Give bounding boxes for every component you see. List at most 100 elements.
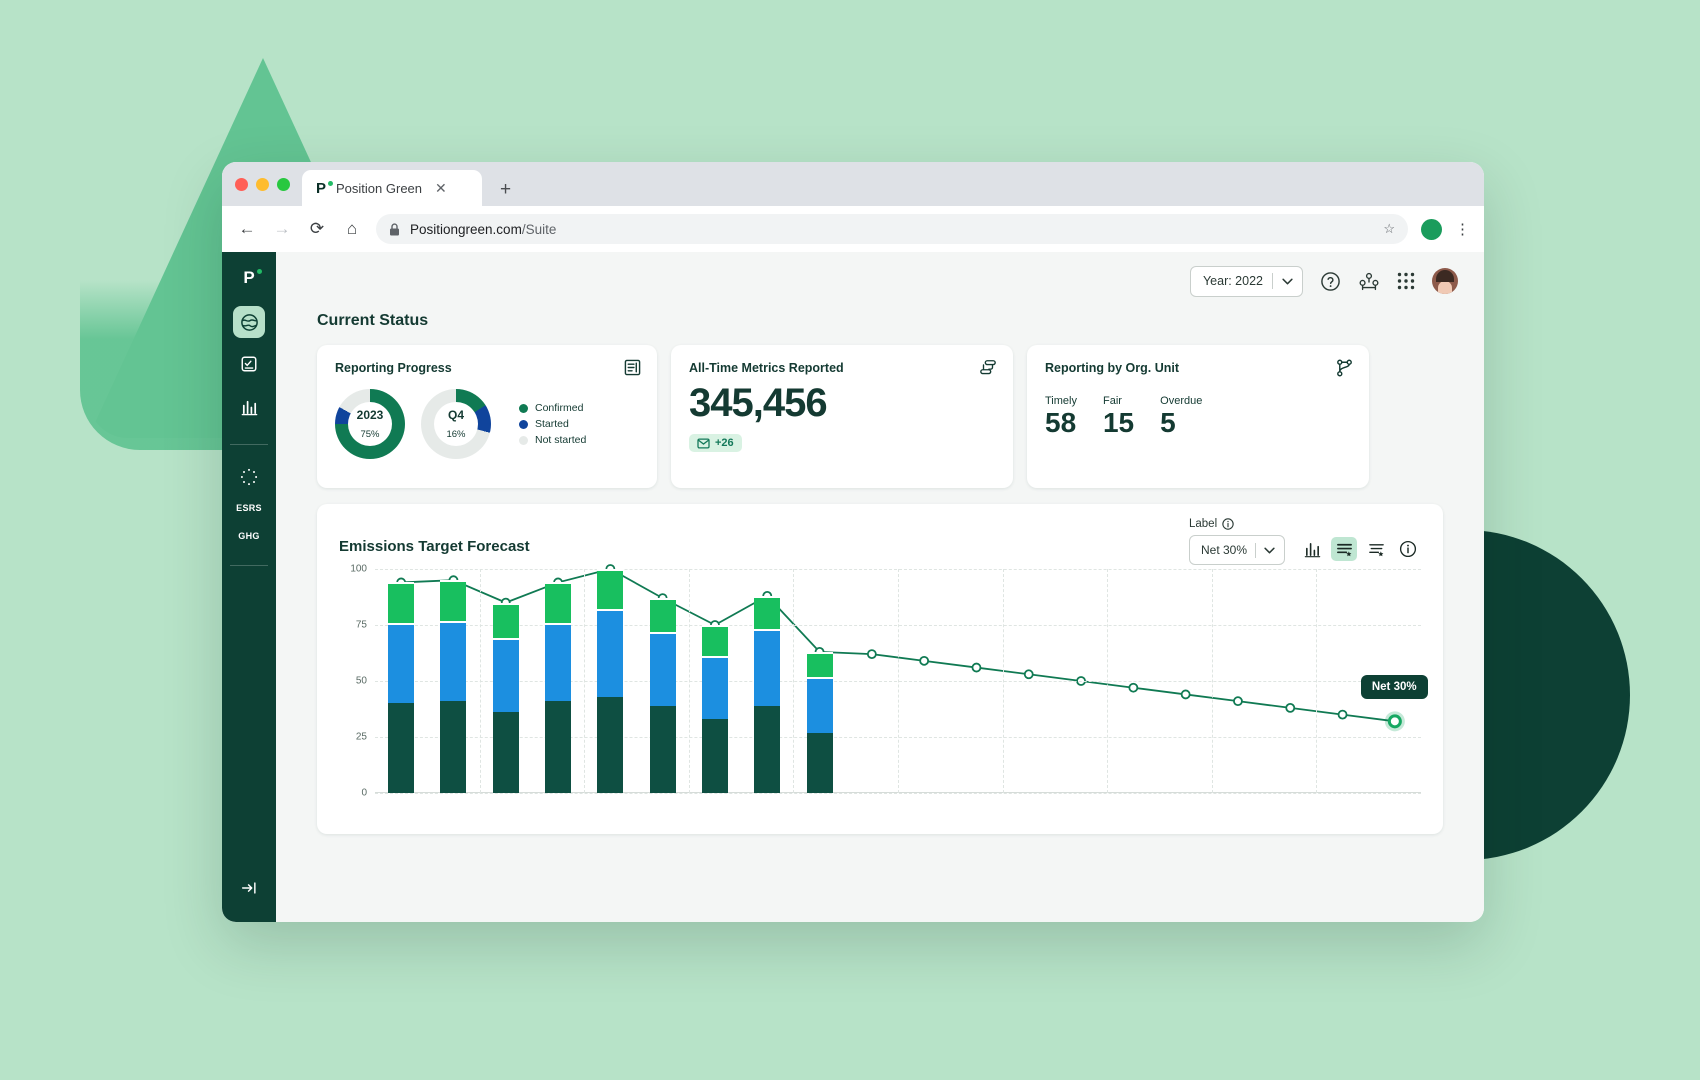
maximize-window-button[interactable] (277, 178, 290, 191)
position-green-favicon: P (316, 180, 326, 197)
line-data-point[interactable] (1182, 690, 1190, 698)
forward-icon[interactable]: → (271, 218, 293, 240)
sidebar-item-analytics[interactable] (233, 390, 265, 422)
line-data-point[interactable] (1389, 716, 1400, 727)
org-branch-icon[interactable] (1336, 359, 1353, 382)
community-icon[interactable] (1358, 271, 1380, 292)
browser-tab[interactable]: P Position Green ✕ (302, 170, 482, 206)
bar-segment (807, 652, 833, 677)
info-circle-icon[interactable] (1222, 518, 1234, 530)
chart-bar[interactable] (597, 569, 623, 793)
grid-line-vertical (1003, 569, 1004, 793)
y-axis-tick: 50 (356, 676, 367, 687)
bar-segment (440, 701, 466, 793)
grid-line-vertical (1212, 569, 1213, 793)
line-data-point[interactable] (920, 657, 928, 665)
y-axis-tick: 75 (356, 620, 367, 631)
donut-chart-quarter: Q4 16% (421, 389, 491, 459)
chart-bar[interactable] (807, 652, 833, 793)
chart-bar[interactable] (440, 580, 466, 793)
org-stat-timely: Timely 58 (1045, 395, 1077, 439)
bar-chart-icon[interactable] (1299, 537, 1325, 561)
stat-value: 15 (1103, 407, 1134, 439)
link-nodes-icon[interactable] (979, 359, 997, 381)
line-data-point[interactable] (1234, 697, 1242, 705)
home-icon[interactable]: ⌂ (341, 218, 363, 240)
user-avatar[interactable] (1432, 268, 1458, 294)
apps-grid-icon[interactable] (1397, 272, 1415, 290)
envelope-icon (697, 438, 710, 449)
line-data-point[interactable] (1129, 684, 1137, 692)
sidebar-label-esrs[interactable]: ESRS (236, 503, 262, 513)
chart-bar[interactable] (754, 596, 780, 793)
card-emissions-target-forecast: Emissions Target Forecast Label (317, 504, 1443, 834)
bar-chart-icon (240, 397, 259, 416)
line-data-point[interactable] (868, 650, 876, 658)
bar-segment (545, 582, 571, 622)
label-caption: Label (1189, 518, 1285, 530)
bar-segment (440, 580, 466, 620)
chart-info-icon[interactable] (1395, 537, 1421, 561)
sidebar-item-esrs-icon[interactable] (233, 461, 265, 493)
donut-label: Q4 16% (446, 406, 465, 443)
sidebar-divider-lower (230, 565, 268, 566)
chart-bar[interactable] (545, 582, 571, 793)
minimize-window-button[interactable] (256, 178, 269, 191)
stat-value: 5 (1160, 407, 1202, 439)
progress-legend: Confirmed Started Not started (519, 402, 586, 446)
grid-line-vertical (480, 569, 481, 793)
browser-menu-icon[interactable]: ⋮ (1455, 225, 1470, 234)
bar-segment (754, 596, 780, 630)
close-tab-icon[interactable]: ✕ (432, 179, 450, 197)
chart-bar[interactable] (493, 603, 519, 793)
grid-line-vertical (689, 569, 690, 793)
label-filter-group: Label Net 30% (1189, 518, 1285, 565)
card-title: All-Time Metrics Reported (689, 361, 995, 375)
document-list-icon[interactable] (624, 359, 641, 381)
bar-segment (807, 677, 833, 733)
sidebar-item-dashboard[interactable] (233, 306, 265, 338)
donut-chart-year: 2023 75% (335, 389, 405, 459)
url-host: Positiongreen.com (410, 222, 522, 237)
year-filter-select[interactable]: Year: 2022 (1190, 266, 1303, 297)
page-title: Current Status (317, 312, 1458, 330)
chart-bar[interactable] (650, 598, 676, 793)
bar-segment (754, 706, 780, 793)
new-tab-button[interactable]: + (500, 180, 511, 199)
y-axis-tick: 0 (361, 788, 367, 799)
chart-bar[interactable] (702, 625, 728, 793)
grid-line-vertical (898, 569, 899, 793)
stat-label: Overdue (1160, 395, 1202, 407)
line-data-point[interactable] (1286, 704, 1294, 712)
sidebar-label-ghg[interactable]: GHG (238, 531, 259, 541)
org-stats-row: Timely 58 Fair 15 Overdue 5 (1045, 395, 1351, 439)
app-header: Year: 2022 (302, 252, 1458, 310)
label-select[interactable]: Net 30% (1189, 535, 1285, 565)
bar-segment (493, 603, 519, 639)
address-bar[interactable]: Positiongreen.com/Suite ☆ (376, 214, 1408, 244)
close-window-button[interactable] (235, 178, 248, 191)
select-divider (1255, 543, 1256, 558)
collapse-sidebar-icon[interactable] (240, 879, 258, 902)
bar-segment (807, 733, 833, 793)
plot-area (375, 569, 1421, 793)
line-data-point[interactable] (1339, 711, 1347, 719)
back-icon[interactable]: ← (236, 218, 258, 240)
bookmark-star-icon[interactable]: ☆ (1383, 221, 1395, 237)
help-icon[interactable] (1320, 271, 1341, 292)
stacked-bar-icon[interactable] (1363, 537, 1389, 561)
browser-profile-avatar[interactable] (1421, 219, 1442, 240)
chart-bar[interactable] (388, 582, 414, 793)
legend-dot (519, 436, 528, 445)
y-axis-tick: 100 (350, 564, 367, 575)
stacked-bar-sorted-icon[interactable] (1331, 537, 1357, 561)
sidebar-item-tasks[interactable] (233, 348, 265, 380)
line-data-point[interactable] (1025, 670, 1033, 678)
bar-segment (388, 582, 414, 622)
card-reporting-by-org-unit: Reporting by Org. Unit Timely 58 (1027, 345, 1369, 488)
line-data-point[interactable] (972, 664, 980, 672)
sidebar-divider (230, 444, 268, 445)
bar-segment (388, 703, 414, 793)
main-content: Year: 2022 (276, 252, 1484, 922)
reload-icon[interactable]: ⟳ (306, 218, 328, 240)
